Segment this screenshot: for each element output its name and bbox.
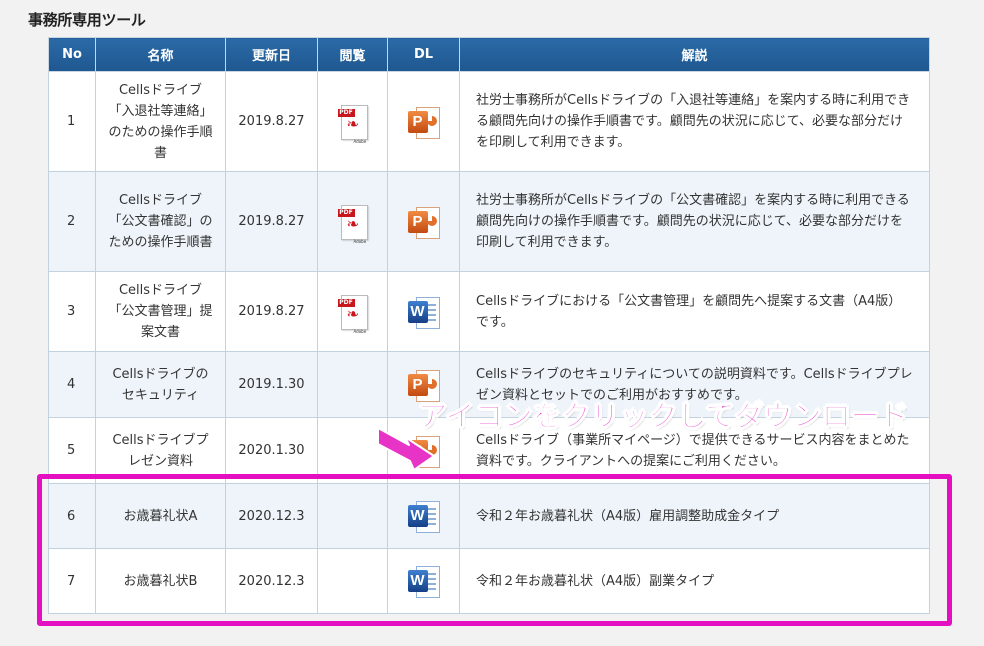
pdf-icon[interactable]: PDF ❧ Adobe bbox=[337, 294, 368, 334]
word-icon[interactable]: W bbox=[407, 564, 440, 598]
row-name-text: Cellsドライブ「公文書管理」提案文書 bbox=[108, 283, 213, 340]
row-name: Cellsドライブ「公文書管理」提案文書 bbox=[95, 271, 226, 352]
powerpoint-icon[interactable]: P bbox=[407, 434, 440, 468]
row-download-cell: P bbox=[387, 71, 460, 172]
row-name-text: Cellsドライブ「入退社等連絡」のための操作手順書 bbox=[108, 82, 213, 161]
row-name: お歳暮礼状B bbox=[95, 548, 226, 614]
row-name: Cellsドライブのセキュリティ bbox=[95, 351, 226, 418]
row-name-text: Cellsドライブのセキュリティ bbox=[112, 366, 209, 403]
row-no: 2 bbox=[48, 171, 96, 272]
row-no: 3 bbox=[48, 271, 96, 352]
tools-table: No 名称 更新日 閲覧 DL 解説 1 Cellsドライブ「入退社等連絡」のため… bbox=[48, 37, 930, 614]
section-title: 事務所専用ツール bbox=[28, 11, 146, 29]
row-date: 2019.8.27 bbox=[225, 171, 318, 272]
row-view-cell bbox=[317, 483, 388, 549]
table-row: 7 お歳暮礼状B 2020.12.3 W 令和２年お歳暮礼状（A4版）副業タイプ bbox=[48, 548, 930, 614]
table-row: 6 お歳暮礼状A 2020.12.3 W 令和２年お歳暮礼状（A4版）雇用調整助成金タイ… bbox=[48, 483, 930, 549]
row-view-cell: PDF ❧ Adobe bbox=[317, 271, 388, 352]
powerpoint-icon[interactable]: P bbox=[407, 105, 440, 139]
row-description: 令和２年お歳暮礼状（A4版）雇用調整助成金タイプ bbox=[459, 483, 930, 549]
row-description: 社労士事務所がCellsドライブの「公文書確認」を案内する時に利用できる顧問先向… bbox=[459, 171, 930, 272]
row-date: 2019.8.27 bbox=[225, 271, 318, 352]
table-row: 3 Cellsドライブ「公文書管理」提案文書 2019.8.27 PDF ❧ Adobe W… bbox=[48, 271, 930, 352]
col-header-no: No bbox=[48, 37, 96, 72]
row-view-cell: PDF ❧ Adobe bbox=[317, 71, 388, 172]
row-name-text: Cellsドライブ「公文書確認」のための操作手順書 bbox=[108, 193, 213, 250]
row-name: Cellsドライブ「公文書確認」のための操作手順書 bbox=[95, 171, 226, 272]
row-download-cell: W bbox=[387, 271, 460, 352]
col-header-view: 閲覧 bbox=[317, 37, 388, 72]
row-description: 社労士事務所がCellsドライブの「入退社等連絡」を案内する時に利用できる顧問先… bbox=[459, 71, 930, 172]
word-icon[interactable]: W bbox=[407, 499, 440, 533]
row-view-cell bbox=[317, 548, 388, 614]
download-hint-annotation: アイコンをクリックしてダウンロード bbox=[418, 399, 910, 434]
row-date: 2020.12.3 bbox=[225, 548, 318, 614]
row-description: Cellsドライブにおける「公文書管理」を顧問先へ提案する文書（A4版）です。 bbox=[459, 271, 930, 352]
table-header-row: No 名称 更新日 閲覧 DL 解説 bbox=[48, 37, 930, 72]
row-date: 2019.1.30 bbox=[225, 351, 318, 418]
row-download-cell: W bbox=[387, 483, 460, 549]
row-date: 2020.1.30 bbox=[225, 417, 318, 484]
row-view-cell bbox=[317, 417, 388, 484]
col-header-desc: 解説 bbox=[459, 37, 930, 72]
row-name-text: お歳暮礼状A bbox=[123, 508, 198, 524]
row-download-cell: W bbox=[387, 548, 460, 614]
row-view-cell bbox=[317, 351, 388, 418]
pdf-icon[interactable]: PDF ❧ Adobe bbox=[337, 104, 368, 144]
row-no: 6 bbox=[48, 483, 96, 549]
col-header-name: 名称 bbox=[95, 37, 226, 72]
row-no: 7 bbox=[48, 548, 96, 614]
row-no: 1 bbox=[48, 71, 96, 172]
col-header-dl: DL bbox=[387, 37, 460, 72]
row-name: Cellsドライブプレゼン資料 bbox=[95, 417, 226, 484]
row-download-cell: P bbox=[387, 171, 460, 272]
row-no: 4 bbox=[48, 351, 96, 418]
powerpoint-icon[interactable]: P bbox=[407, 205, 440, 239]
row-date: 2020.12.3 bbox=[225, 483, 318, 549]
row-name-text: Cellsドライブプレゼン資料 bbox=[112, 432, 209, 469]
col-header-date: 更新日 bbox=[225, 37, 318, 72]
row-name: Cellsドライブ「入退社等連絡」のための操作手順書 bbox=[95, 71, 226, 172]
row-name: お歳暮礼状A bbox=[95, 483, 226, 549]
table-row: 1 Cellsドライブ「入退社等連絡」のための操作手順書 2019.8.27 PDF ❧… bbox=[48, 71, 930, 172]
row-date: 2019.8.27 bbox=[225, 71, 318, 172]
table-row: 2 Cellsドライブ「公文書確認」のための操作手順書 2019.8.27 PDF ❧ A… bbox=[48, 171, 930, 272]
word-icon[interactable]: W bbox=[407, 295, 440, 329]
pdf-icon[interactable]: PDF ❧ Adobe bbox=[337, 204, 368, 244]
row-description: 令和２年お歳暮礼状（A4版）副業タイプ bbox=[459, 548, 930, 614]
row-name-text: お歳暮礼状B bbox=[123, 573, 198, 589]
row-no: 5 bbox=[48, 417, 96, 484]
row-view-cell: PDF ❧ Adobe bbox=[317, 171, 388, 272]
